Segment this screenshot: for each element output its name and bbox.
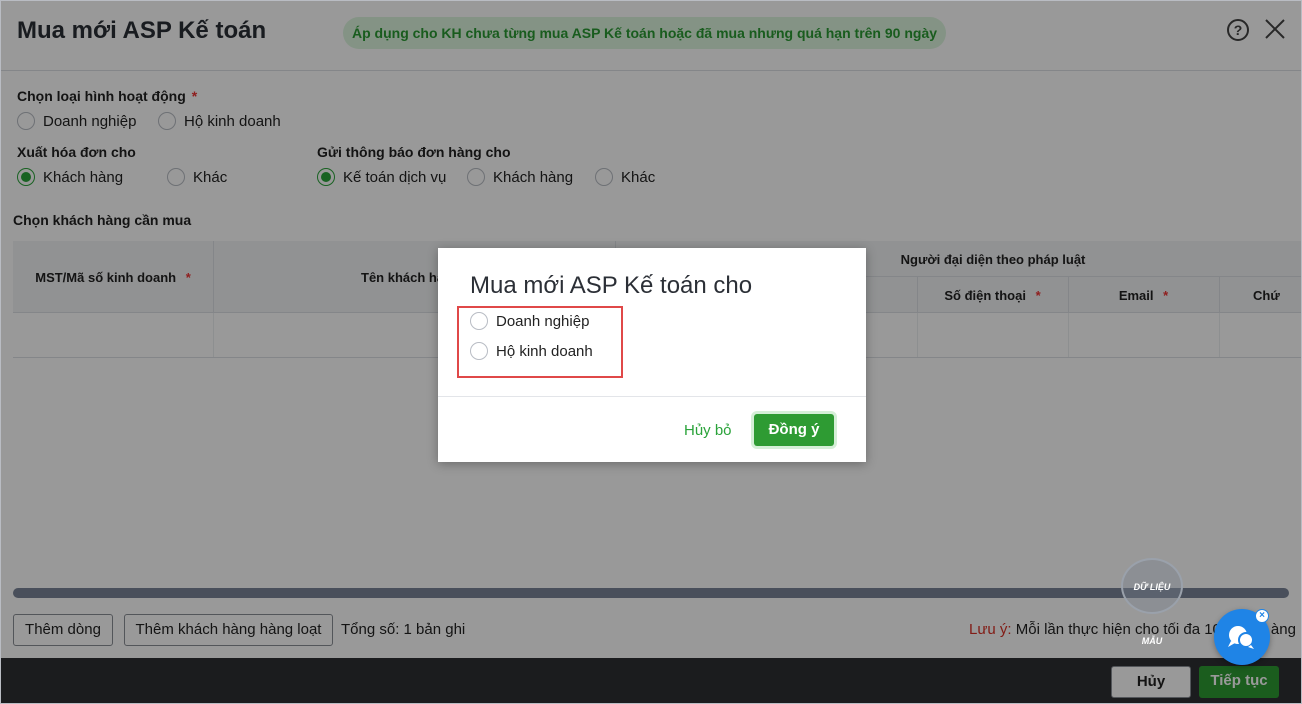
radio-circle-icon: [470, 342, 488, 360]
radio-label: Hộ kinh doanh: [496, 342, 593, 360]
modal-title: Mua mới ASP Kế toán cho: [470, 272, 753, 299]
dialog-frame: Mua mới ASP Kế toán Áp dụng cho KH chưa …: [0, 0, 1302, 704]
modal-divider: [438, 396, 866, 397]
sample-data-stamp: DỮ LIỆU MẪU: [1121, 558, 1183, 646]
modal-radio-household[interactable]: Hộ kinh doanh: [470, 342, 593, 360]
modal-ok-button[interactable]: Đồng ý: [754, 414, 834, 446]
customer-type-modal: Mua mới ASP Kế toán cho Doanh nghiệp Hộ …: [438, 248, 866, 462]
modal-cancel-button[interactable]: Hủy bỏ: [684, 422, 732, 439]
chat-close-icon[interactable]: ×: [1255, 609, 1269, 623]
modal-radio-business[interactable]: Doanh nghiệp: [470, 312, 589, 330]
radio-circle-icon: [470, 312, 488, 330]
radio-label: Doanh nghiệp: [496, 312, 590, 330]
